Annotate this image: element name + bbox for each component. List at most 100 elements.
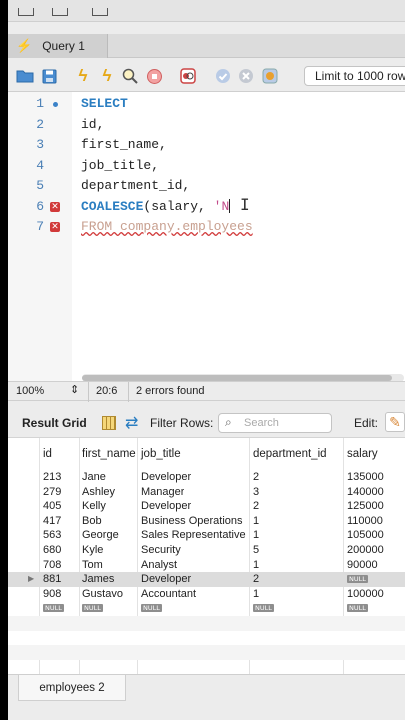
table-cell[interactable]: NULL <box>82 601 103 616</box>
sql-editor[interactable]: 1 SELECT 2 id, 3 first_name, 4 job_title… <box>8 92 405 382</box>
table-cell[interactable]: 1 <box>253 514 259 529</box>
table-cell[interactable]: Developer <box>141 470 191 485</box>
table-cell[interactable]: Accountant <box>141 587 196 602</box>
table-cell[interactable]: 2 <box>253 499 259 514</box>
table-cell[interactable]: James <box>82 572 114 587</box>
table-cell[interactable]: 200000 <box>347 543 384 558</box>
table-row[interactable]: NULL NULL NULL NULL NULL <box>8 601 405 616</box>
function-args: (salary, <box>143 198 214 214</box>
toolbar-icon[interactable] <box>92 8 108 16</box>
tab-employees-2[interactable]: employees 2 <box>18 675 126 701</box>
table-cell[interactable]: Gustavo <box>82 587 123 602</box>
refresh-icon[interactable]: ⇄ <box>125 413 138 433</box>
result-grid-tab[interactable]: Result Grid <box>22 416 87 430</box>
zoom-level[interactable]: 100% <box>16 385 44 397</box>
zoom-stepper-icon[interactable]: ⇕ <box>70 383 79 396</box>
column-header[interactable]: id <box>43 444 52 464</box>
toggle-output-icon[interactable] <box>179 67 197 85</box>
explain-magnifier-icon[interactable] <box>121 67 139 85</box>
table-cell[interactable]: Ashley <box>82 485 115 500</box>
table-cell[interactable]: Developer <box>141 572 191 587</box>
execute-current-icon[interactable]: ϟ <box>98 66 116 85</box>
table-row[interactable]: 405 Kelly Developer 2 125000 <box>8 499 405 514</box>
table-cell[interactable]: 881 <box>43 572 61 587</box>
limit-rows-select[interactable]: Limit to 1000 rows <box>304 66 405 86</box>
table-cell[interactable]: 279 <box>43 485 61 500</box>
filter-search-input[interactable]: ⌕ Search <box>218 413 332 433</box>
table-cell[interactable]: Security <box>141 543 181 558</box>
save-icon[interactable] <box>40 67 58 85</box>
table-cell[interactable]: Bob <box>82 514 102 529</box>
table-cell[interactable]: 213 <box>43 470 61 485</box>
table-cell[interactable]: 417 <box>43 514 61 529</box>
table-row[interactable]: 213 Jane Developer 2 135000 <box>8 470 405 485</box>
table-row[interactable]: 417 Bob Business Operations 1 110000 <box>8 514 405 529</box>
table-cell[interactable]: NULL <box>141 601 162 616</box>
table-row[interactable]: 908 Gustavo Accountant 1 100000 <box>8 587 405 602</box>
column-header[interactable]: first_name <box>82 444 136 464</box>
toolbar-icon[interactable] <box>52 8 68 16</box>
table-cell[interactable]: Kelly <box>82 499 106 514</box>
table-cell[interactable]: Tom <box>82 558 103 573</box>
column-header[interactable]: job_title <box>141 444 181 464</box>
table-cell[interactable]: 1 <box>253 528 259 543</box>
open-folder-icon[interactable] <box>16 67 34 85</box>
error-x-icon: ✕ <box>50 222 60 232</box>
column-header[interactable]: salary <box>347 444 378 464</box>
table-row[interactable]: 279 Ashley Manager 3 140000 <box>8 485 405 500</box>
table-cell[interactable]: Business Operations <box>141 514 243 529</box>
table-cell[interactable]: George <box>82 528 119 543</box>
table-cell[interactable]: Analyst <box>141 558 177 573</box>
autocommit-icon[interactable] <box>261 67 279 85</box>
result-grid[interactable]: id first_name job_title department_id sa… <box>8 438 405 674</box>
table-cell[interactable]: 2 <box>253 572 259 587</box>
grid-view-icon[interactable] <box>102 416 116 430</box>
table-cell[interactable]: Kyle <box>82 543 103 558</box>
table-cell[interactable]: 563 <box>43 528 61 543</box>
tab-query-1[interactable]: ⚡ Query 1 <box>8 34 108 58</box>
table-cell[interactable]: NULL <box>347 572 368 587</box>
table-cell[interactable]: 2 <box>253 470 259 485</box>
table-cell[interactable]: Jane <box>82 470 106 485</box>
commit-icon[interactable] <box>214 67 232 85</box>
execute-icon[interactable]: ϟ <box>74 66 92 85</box>
stop-icon[interactable] <box>145 67 163 85</box>
rollback-icon[interactable] <box>237 67 255 85</box>
table-cell[interactable]: 680 <box>43 543 61 558</box>
table-cell[interactable]: 100000 <box>347 587 384 602</box>
editor-status-bar: 100% ⇕ 20:6 2 errors found <box>8 381 405 402</box>
table-cell[interactable]: 5 <box>253 543 259 558</box>
table-cell[interactable]: 90000 <box>347 558 378 573</box>
table-cell[interactable]: NULL <box>347 601 368 616</box>
table-cell[interactable]: Manager <box>141 485 184 500</box>
line-number: 5 <box>36 178 44 193</box>
line-number: 4 <box>36 157 44 173</box>
column-header[interactable]: department_id <box>253 444 327 464</box>
table-row[interactable]: 708 Tom Analyst 1 90000 <box>8 558 405 573</box>
table-cell[interactable]: 708 <box>43 558 61 573</box>
table-row[interactable]: 563 George Sales Representative 1 105000 <box>8 528 405 543</box>
tab-label: Query 1 <box>42 39 85 53</box>
table-cell[interactable]: 1 <box>253 558 259 573</box>
toolbar-icon[interactable] <box>18 8 34 16</box>
table-cell[interactable]: Developer <box>141 499 191 514</box>
edit-pencil-icon[interactable]: ✎ <box>385 412 405 432</box>
table-cell[interactable]: 1 <box>253 587 259 602</box>
table-cell[interactable]: Sales Representative <box>141 528 246 543</box>
table-cell[interactable]: 3 <box>253 485 259 500</box>
table-cell[interactable]: 105000 <box>347 528 384 543</box>
table-cell[interactable]: NULL <box>43 601 64 616</box>
table-cell[interactable]: 908 <box>43 587 61 602</box>
table-cell[interactable]: 110000 <box>347 514 383 529</box>
table-row[interactable]: ▶ 881 James Developer 2 NULL <box>8 572 405 587</box>
cursor-position: 20:6 <box>96 385 118 397</box>
table-cell[interactable]: 125000 <box>347 499 384 514</box>
null-badge: NULL <box>141 604 162 613</box>
workbench-window: ⚡ Query 1 ϟ ϟ Limit to 1000 rows 1 SELEC… <box>8 0 405 720</box>
code-text: job_title, <box>81 157 160 173</box>
table-row[interactable]: 680 Kyle Security 5 200000 <box>8 543 405 558</box>
table-cell[interactable]: 140000 <box>347 485 384 500</box>
table-cell[interactable]: 135000 <box>347 470 384 485</box>
table-cell[interactable]: 405 <box>43 499 61 514</box>
table-cell[interactable]: NULL <box>253 601 274 616</box>
